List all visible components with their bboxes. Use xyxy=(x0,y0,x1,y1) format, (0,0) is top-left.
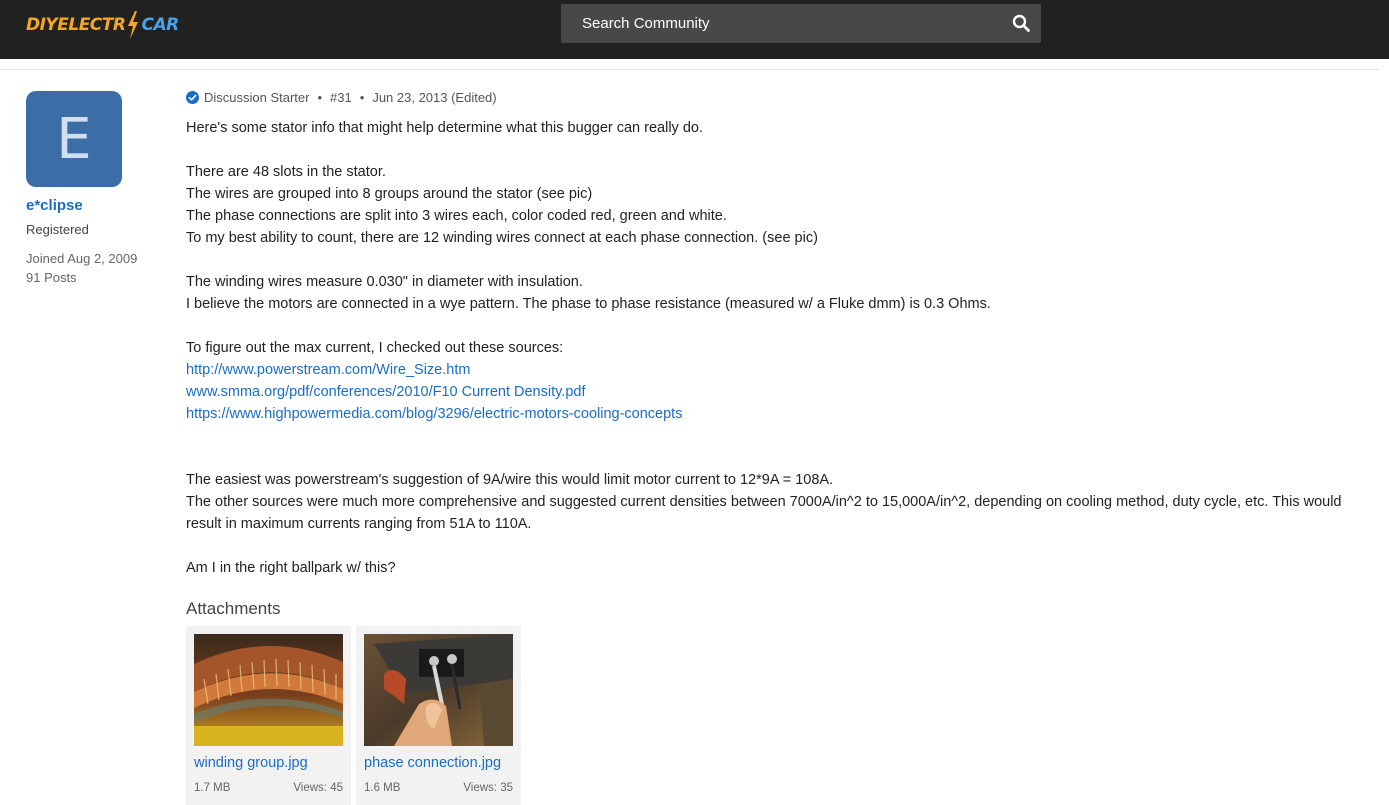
post-body: Here's some stator info that might help … xyxy=(186,117,1356,579)
logo-text-part1: DIYELECTR xyxy=(26,15,126,35)
attachment-size: 1.7 MB xyxy=(194,782,231,794)
post-text-line: There are 48 slots in the stator. xyxy=(186,164,386,180)
logo-text-part2: CAR xyxy=(141,15,179,35)
search-placeholder: Search Community xyxy=(582,15,710,32)
verified-check-icon xyxy=(186,90,199,104)
join-date: Joined Aug 2, 2009 xyxy=(26,251,138,266)
user-role: Registered xyxy=(26,222,89,237)
attachment-views: Views: 35 xyxy=(463,782,513,794)
attachment-filename-link[interactable]: phase connection.jpg xyxy=(364,755,501,771)
post-text-line: I believe the motors are connected in a … xyxy=(186,296,991,312)
username-link[interactable]: e*clipse xyxy=(26,197,83,214)
attachment-filename-link[interactable]: winding group.jpg xyxy=(194,755,308,771)
attachment-size: 1.6 MB xyxy=(364,782,401,794)
post-text-line: The other sources were much more compreh… xyxy=(186,494,1342,532)
source-link-powerstream[interactable]: http://www.powerstream.com/Wire_Size.htm xyxy=(186,359,1356,381)
discussion-starter-label: Discussion Starter xyxy=(204,89,310,105)
site-logo[interactable]: DIYELECTR CAR xyxy=(26,10,179,40)
top-navigation-bar: DIYELECTR CAR Search Community xyxy=(0,0,1389,59)
post-text-line: Am I in the right ballpark w/ this? xyxy=(186,560,396,576)
attachment-thumbnail-winding-group[interactable] xyxy=(194,634,343,746)
meta-separator: • xyxy=(317,89,323,105)
attachment-views: Views: 45 xyxy=(293,782,343,794)
search-icon[interactable] xyxy=(1012,14,1030,32)
post-count: 91 Posts xyxy=(26,270,77,285)
post-number-link[interactable]: #31 xyxy=(330,90,352,105)
post-text-line: The phase connections are split into 3 w… xyxy=(186,208,727,224)
post-text-line: The winding wires measure 0.030" in diam… xyxy=(186,274,583,290)
source-link-smma[interactable]: www.smma.org/pdf/conferences/2010/F10 Cu… xyxy=(186,381,1356,403)
post-text-line: The wires are grouped into 8 groups arou… xyxy=(186,186,593,202)
search-bar[interactable]: Search Community xyxy=(561,4,1041,43)
meta-separator: • xyxy=(359,89,365,105)
post-text-line: To figure out the max current, I checked… xyxy=(186,340,564,356)
avatar[interactable]: E xyxy=(26,91,122,187)
post-text-line: Here's some stator info that might help … xyxy=(186,120,703,136)
content-divider xyxy=(0,69,1379,70)
attachments-heading: Attachments xyxy=(186,599,281,618)
post-date[interactable]: Jun 23, 2013 (Edited) xyxy=(372,90,496,105)
post-text-line: To my best ability to count, there are 1… xyxy=(186,230,818,246)
lightning-bolt-icon xyxy=(128,11,139,39)
post-meta: Discussion Starter • #31 • Jun 23, 2013 … xyxy=(186,89,497,105)
attachment-thumbnail-phase-connection[interactable] xyxy=(364,634,513,746)
source-link-highpowermedia[interactable]: https://www.highpowermedia.com/blog/3296… xyxy=(186,403,1356,425)
attachment-card[interactable]: phase connection.jpg 1.6 MB Views: 35 xyxy=(356,626,521,805)
post-text-line: The easiest was powerstream's suggestion… xyxy=(186,472,834,488)
attachment-card[interactable]: winding group.jpg 1.7 MB Views: 45 xyxy=(186,626,351,805)
